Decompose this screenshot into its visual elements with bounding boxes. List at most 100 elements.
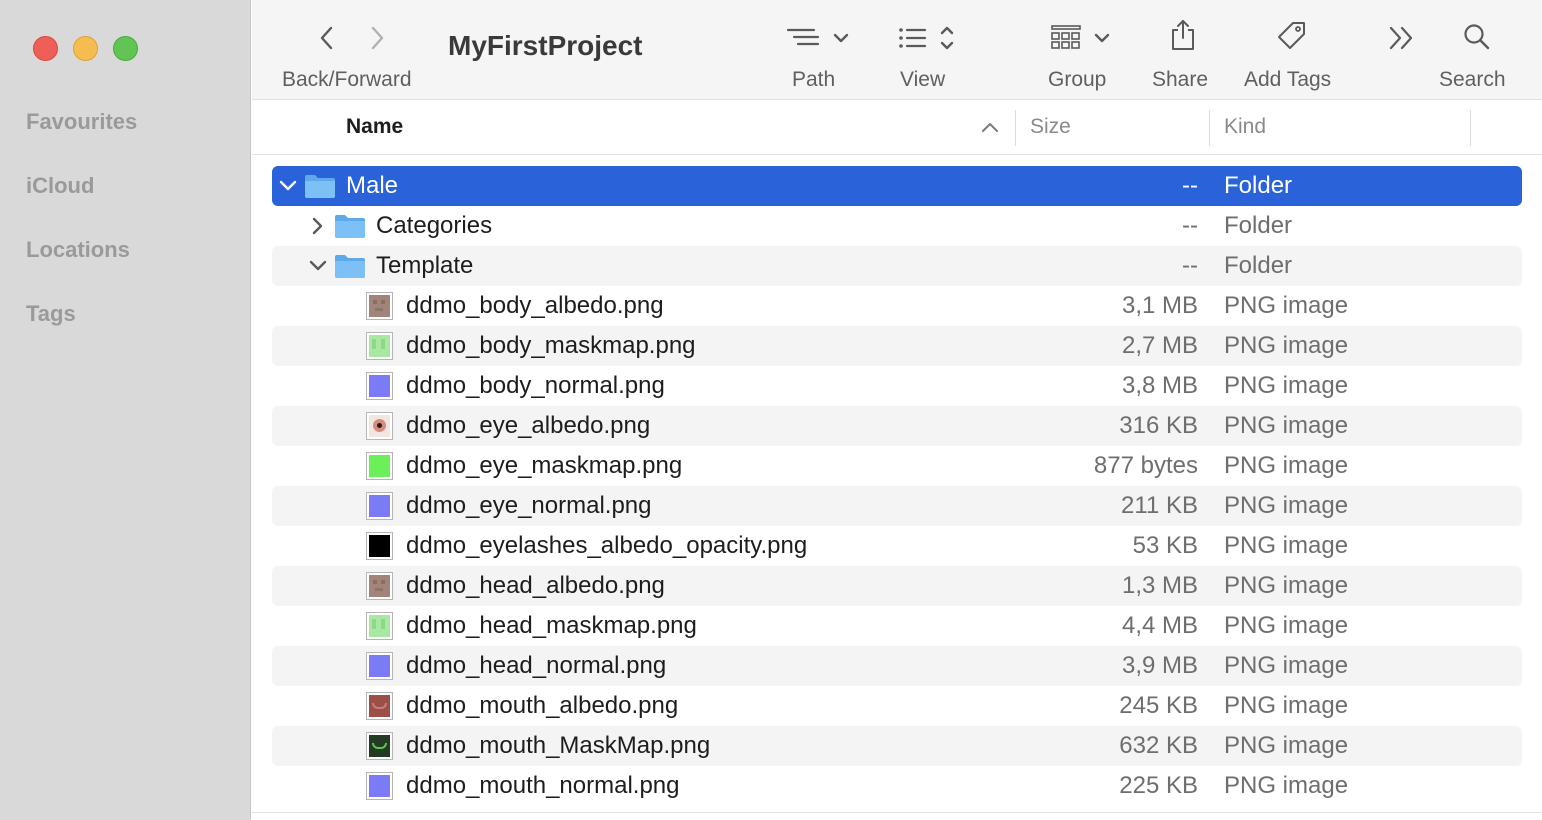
item-name: ddmo_head_maskmap.png bbox=[406, 612, 697, 639]
item-name: ddmo_head_normal.png bbox=[406, 652, 667, 679]
png-thumbnail-icon bbox=[366, 332, 393, 360]
item-kind: PNG image bbox=[1224, 292, 1349, 319]
item-kind: PNG image bbox=[1224, 732, 1349, 759]
search-icon[interactable] bbox=[1462, 22, 1492, 57]
item-name: ddmo_mouth_MaskMap.png bbox=[406, 732, 711, 759]
item-name: ddmo_eyelashes_albedo_opacity.png bbox=[406, 532, 808, 559]
file-row[interactable]: ddmo_eye_albedo.png 316 KB PNG image bbox=[272, 406, 1522, 446]
item-kind: PNG image bbox=[1224, 772, 1349, 799]
forward-chevron-icon[interactable] bbox=[366, 24, 388, 57]
item-name: ddmo_body_maskmap.png bbox=[406, 332, 696, 359]
item-name: ddmo_mouth_normal.png bbox=[406, 772, 680, 799]
chevron-right-icon[interactable] bbox=[307, 214, 329, 238]
sort-ascending-icon[interactable] bbox=[980, 119, 1000, 140]
item-kind: PNG image bbox=[1224, 652, 1349, 679]
view-list-icon[interactable] bbox=[897, 22, 963, 59]
item-size: 3,1 MB bbox=[1121, 292, 1198, 319]
zoom-window-button[interactable] bbox=[113, 36, 138, 61]
item-name: Template bbox=[376, 252, 474, 279]
close-window-button[interactable] bbox=[33, 36, 58, 61]
item-name: Categories bbox=[376, 212, 493, 239]
column-header-size[interactable]: Size bbox=[1030, 115, 1071, 139]
view-label: View bbox=[900, 68, 946, 91]
item-size: 3,9 MB bbox=[1121, 652, 1198, 679]
item-kind: Folder bbox=[1224, 212, 1293, 239]
file-row[interactable]: ddmo_eyelashes_albedo_opacity.png 53 KB PN… bbox=[272, 526, 1522, 566]
item-size: 4,4 MB bbox=[1121, 612, 1198, 639]
png-thumbnail-icon bbox=[366, 692, 393, 720]
item-size: -- bbox=[1182, 212, 1198, 239]
folder-icon bbox=[334, 253, 366, 279]
back-chevron-icon[interactable] bbox=[316, 24, 338, 57]
file-row[interactable]: ddmo_head_maskmap.png 4,4 MB PNG image bbox=[272, 606, 1522, 646]
item-kind: Folder bbox=[1224, 252, 1293, 279]
path-label: Path bbox=[792, 68, 836, 91]
item-kind: PNG image bbox=[1224, 372, 1349, 399]
file-row[interactable]: ddmo_body_albedo.png 3,1 MB PNG image bbox=[272, 286, 1522, 326]
sidebar-section-icloud[interactable]: iCloud bbox=[26, 173, 94, 199]
column-header-name[interactable]: Name bbox=[346, 115, 403, 139]
chevron-down-icon[interactable] bbox=[307, 254, 329, 278]
minimize-window-button[interactable] bbox=[73, 36, 98, 61]
file-row[interactable]: ddmo_mouth_albedo.png 245 KB PNG image bbox=[272, 686, 1522, 726]
png-thumbnail-icon bbox=[366, 372, 393, 400]
item-size: 632 KB bbox=[1119, 732, 1198, 759]
back-forward-label: Back/Forward bbox=[282, 68, 412, 91]
file-row[interactable]: ddmo_head_albedo.png 1,3 MB PNG image bbox=[272, 566, 1522, 606]
sidebar-section-favourites[interactable]: Favourites bbox=[26, 109, 137, 135]
item-kind: PNG image bbox=[1224, 412, 1349, 439]
toolbar: Back/Forward MyFirstProject Path View Gr… bbox=[252, 0, 1542, 100]
column-header-kind[interactable]: Kind bbox=[1224, 115, 1266, 139]
file-row[interactable]: ddmo_eye_maskmap.png 877 bytes PNG image bbox=[272, 446, 1522, 486]
file-row[interactable]: ddmo_eye_normal.png 211 KB PNG image bbox=[272, 486, 1522, 526]
sidebar-section-locations[interactable]: Locations bbox=[26, 237, 130, 263]
item-name: ddmo_body_albedo.png bbox=[406, 292, 664, 319]
file-list: Male -- Folder Categories -- Folder Template --… bbox=[272, 166, 1522, 806]
png-thumbnail-icon bbox=[366, 572, 393, 600]
column-divider[interactable] bbox=[1209, 110, 1210, 146]
item-size: 1,3 MB bbox=[1121, 572, 1198, 599]
file-row[interactable]: ddmo_head_normal.png 3,9 MB PNG image bbox=[272, 646, 1522, 686]
folder-icon bbox=[304, 173, 336, 199]
column-divider[interactable] bbox=[1470, 110, 1471, 146]
item-size: -- bbox=[1182, 172, 1198, 199]
item-kind: PNG image bbox=[1224, 572, 1349, 599]
png-thumbnail-icon bbox=[366, 292, 393, 320]
item-size: 3,8 MB bbox=[1121, 372, 1198, 399]
item-size: -- bbox=[1182, 252, 1198, 279]
item-size: 245 KB bbox=[1119, 692, 1198, 719]
chevron-down-icon[interactable] bbox=[277, 174, 299, 198]
png-thumbnail-icon bbox=[366, 652, 393, 680]
item-kind: PNG image bbox=[1224, 612, 1349, 639]
png-thumbnail-icon bbox=[366, 492, 393, 520]
item-name: ddmo_eye_normal.png bbox=[406, 492, 652, 519]
item-name: ddmo_eye_maskmap.png bbox=[406, 452, 683, 479]
add-tags-label: Add Tags bbox=[1244, 68, 1332, 91]
folder-row[interactable]: Male -- Folder bbox=[272, 166, 1522, 206]
item-name: ddmo_eye_albedo.png bbox=[406, 412, 651, 439]
item-size: 2,7 MB bbox=[1121, 332, 1198, 359]
file-row[interactable]: ddmo_body_maskmap.png 2,7 MB PNG image bbox=[272, 326, 1522, 366]
file-row[interactable]: ddmo_body_normal.png 3,8 MB PNG image bbox=[272, 366, 1522, 406]
item-size: 211 KB bbox=[1121, 492, 1198, 519]
more-chevrons-icon[interactable] bbox=[1387, 24, 1419, 57]
item-kind: PNG image bbox=[1224, 332, 1349, 359]
folder-row[interactable]: Template -- Folder bbox=[272, 246, 1522, 286]
file-row[interactable]: ddmo_mouth_MaskMap.png 632 KB PNG image bbox=[272, 726, 1522, 766]
item-name: Male bbox=[346, 172, 399, 199]
png-thumbnail-icon bbox=[366, 772, 393, 800]
group-grid-icon[interactable] bbox=[1051, 22, 1113, 59]
folder-row[interactable]: Categories -- Folder bbox=[272, 206, 1522, 246]
share-icon[interactable] bbox=[1169, 18, 1197, 57]
item-kind: PNG image bbox=[1224, 492, 1349, 519]
item-size: 225 KB bbox=[1119, 772, 1198, 799]
sidebar-section-tags[interactable]: Tags bbox=[26, 301, 76, 327]
file-row[interactable]: ddmo_mouth_normal.png 225 KB PNG image bbox=[272, 766, 1522, 806]
tag-icon[interactable] bbox=[1276, 20, 1308, 57]
column-divider[interactable] bbox=[1015, 110, 1016, 146]
path-list-icon[interactable] bbox=[786, 24, 852, 57]
item-size: 53 KB bbox=[1132, 532, 1198, 559]
item-kind: PNG image bbox=[1224, 692, 1349, 719]
item-name: ddmo_body_normal.png bbox=[406, 372, 665, 399]
item-name: ddmo_mouth_albedo.png bbox=[406, 692, 679, 719]
